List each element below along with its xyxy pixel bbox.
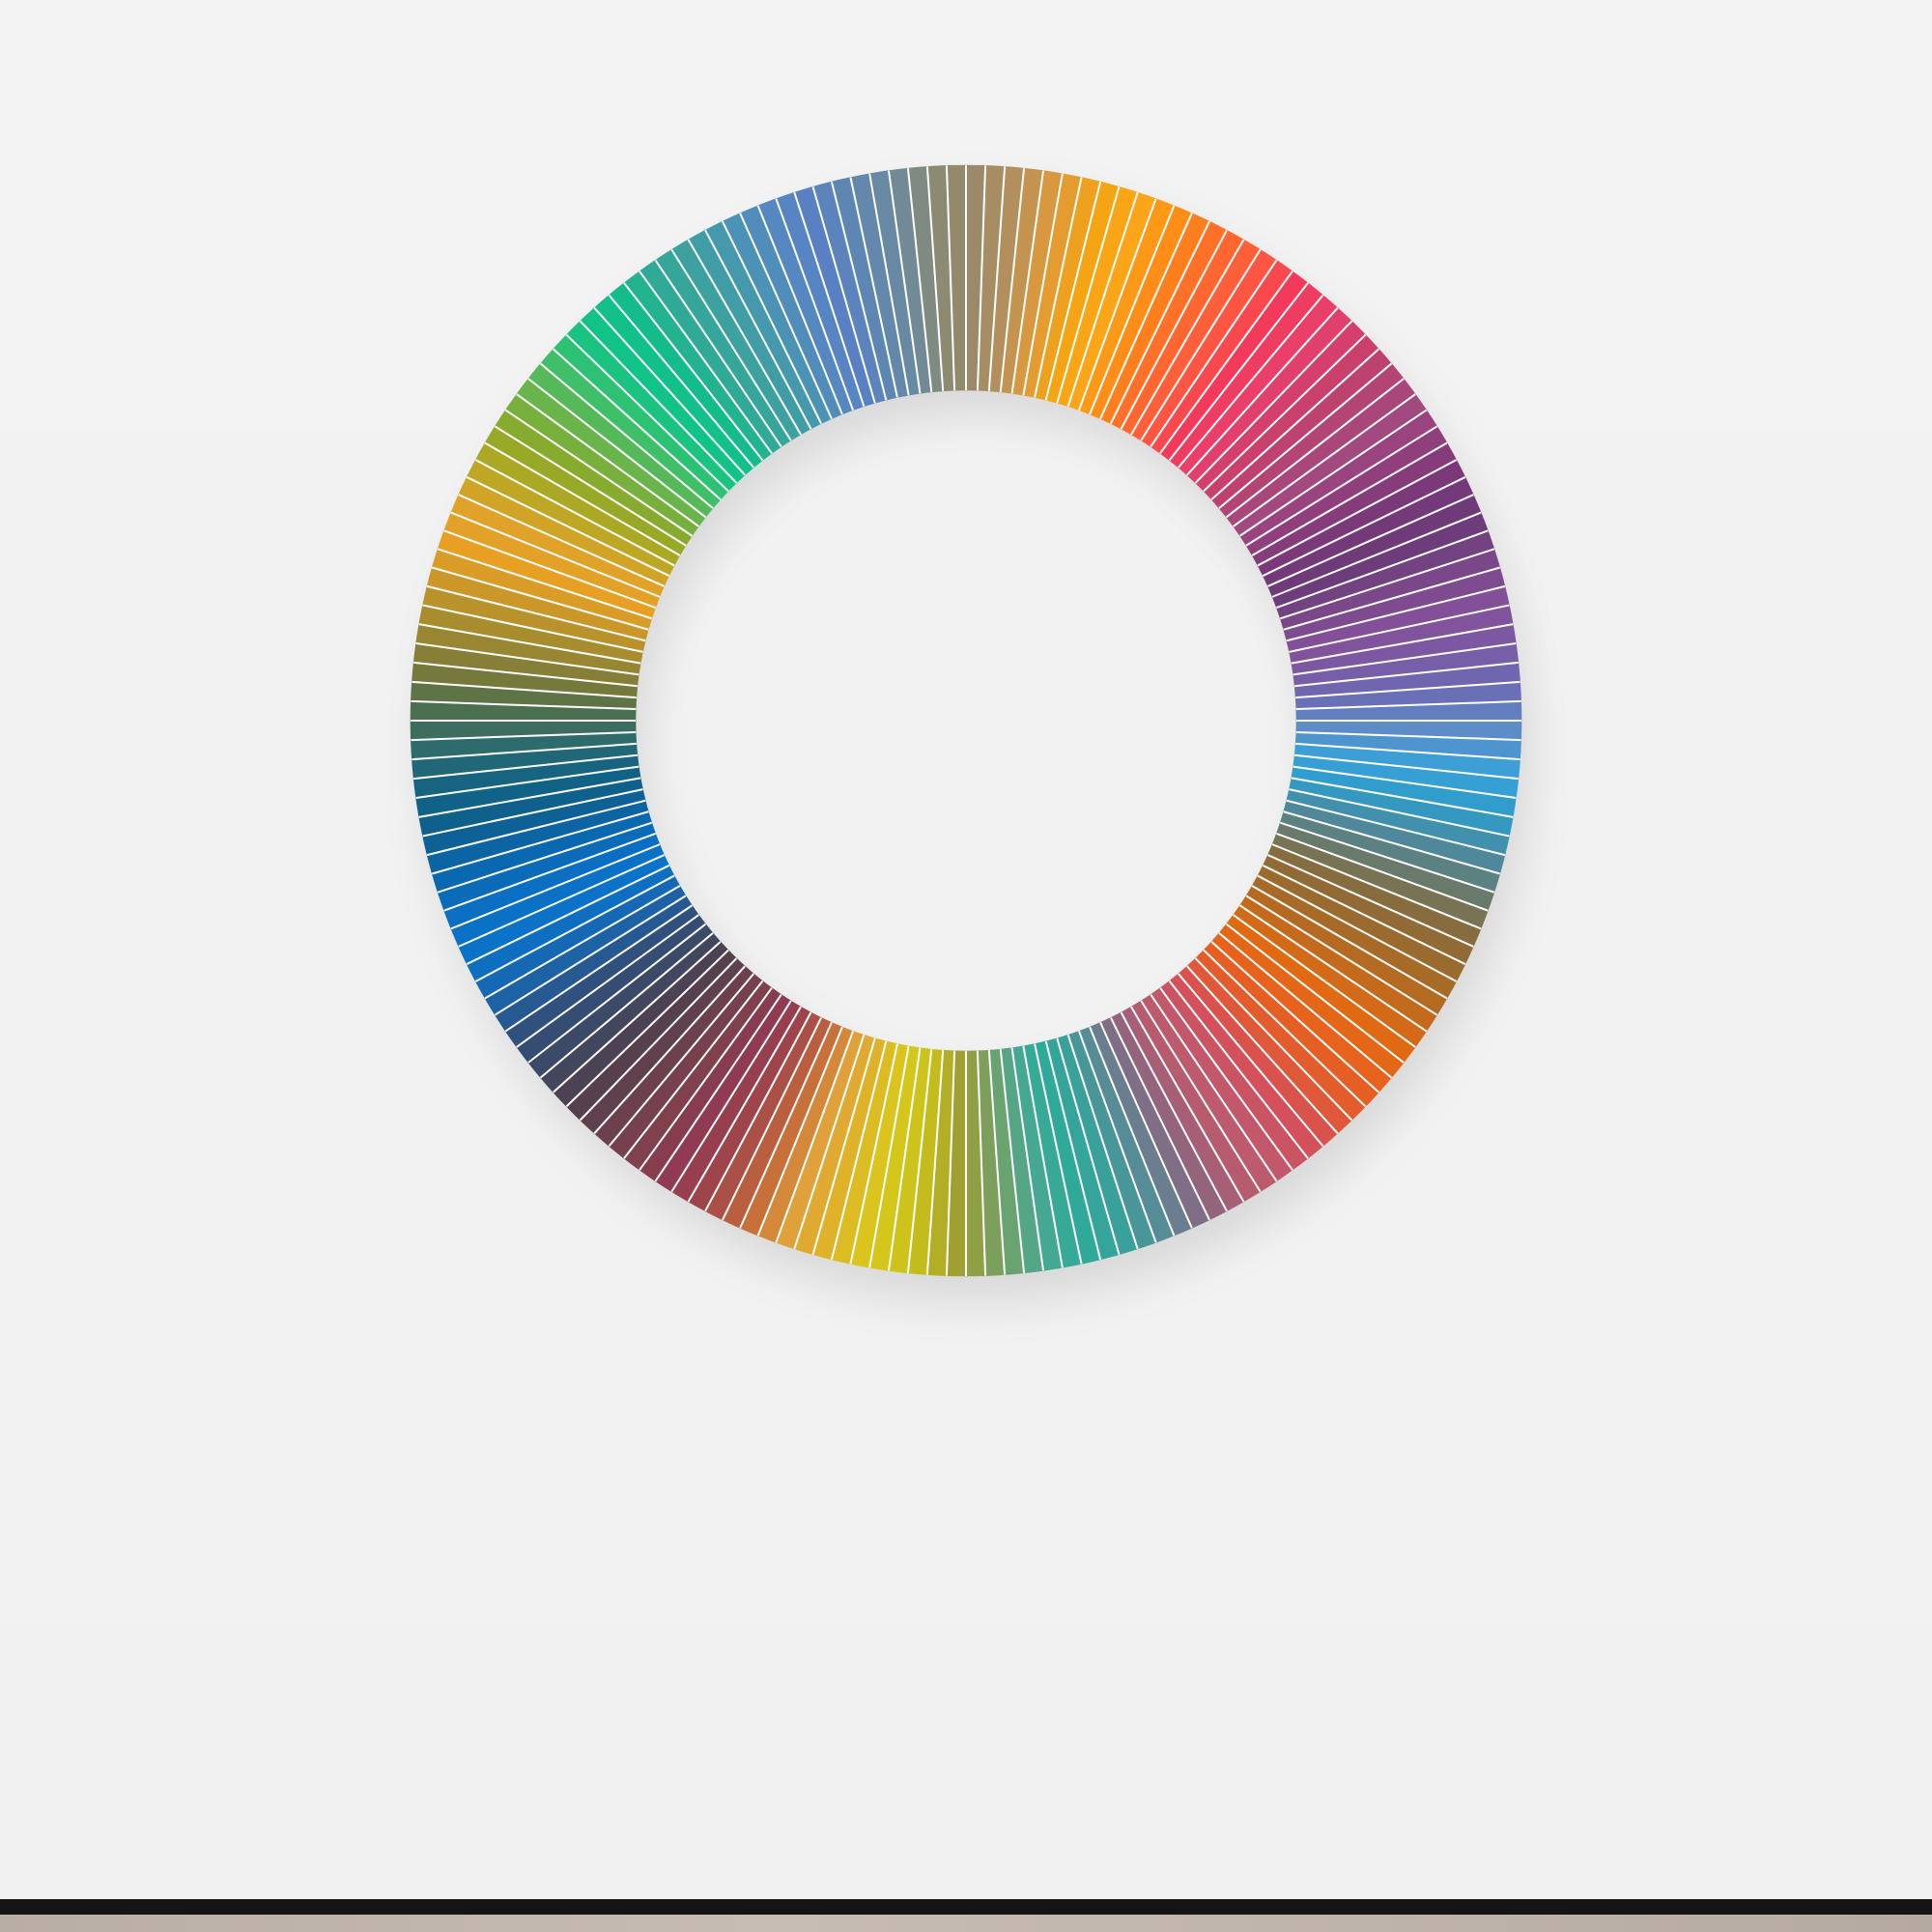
color-wheel-artwork — [410, 164, 1533, 1303]
color-wheel-segments — [410, 164, 1522, 1277]
floor-edge — [0, 1899, 1932, 1915]
gallery-scene — [0, 0, 1932, 1932]
floor — [0, 1915, 1932, 1932]
